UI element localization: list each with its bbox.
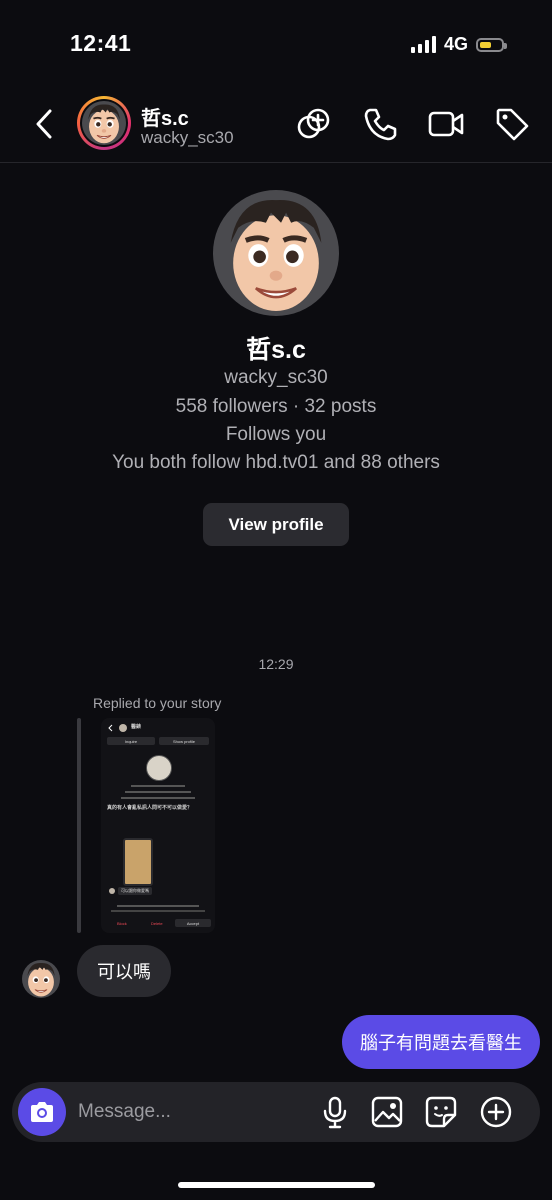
follows-you-label: Follows you — [225, 424, 327, 445]
message-input[interactable] — [78, 1096, 298, 1128]
sticker-icon[interactable] — [424, 1095, 458, 1129]
mini-text-line — [121, 797, 195, 799]
home-indicator[interactable] — [178, 1182, 375, 1188]
story-mini-delete: Delete — [151, 921, 163, 926]
network-type: 4G — [443, 34, 468, 54]
camera-button[interactable] — [18, 1088, 66, 1136]
story-preview[interactable]: 醫錶 Inquire Show profile 真的有人會亂私訊人問可不可以做愛… — [101, 718, 215, 933]
memoji-avatar-icon — [82, 101, 126, 145]
story-mini-btn-right: Show profile — [159, 737, 209, 745]
phone-icon[interactable] — [362, 106, 398, 142]
header-name[interactable]: 哲s.c — [141, 102, 189, 131]
header-username[interactable]: wacky_sc30 — [141, 128, 234, 148]
story-mini-reply: 可以跟你做愛嗎 — [118, 887, 152, 895]
mutual-followers: You both follow hbd.tv01 and 88 others — [112, 452, 440, 473]
incoming-message-bubble[interactable]: 可以嗎 — [77, 945, 171, 997]
mini-avatar — [119, 724, 127, 732]
story-reply-label: Replied to your story — [93, 695, 222, 711]
story-mini-btn-left: Inquire — [107, 737, 155, 745]
camera-icon — [31, 1102, 53, 1122]
story-mini-question: 真的有人會亂私訊人問可不可以做愛？ — [107, 805, 193, 811]
message-timestamp: 12:29 — [258, 656, 294, 672]
mini-story-thumbnail — [123, 838, 153, 886]
chat-header: 哲s.c wacky_sc30 — [0, 90, 552, 163]
profile-name: 哲s.c — [246, 336, 306, 364]
outgoing-message-bubble[interactable]: 腦子有問題去看醫生 — [342, 1015, 540, 1069]
header-avatar[interactable] — [77, 96, 131, 150]
story-mini-block: Block — [117, 921, 127, 926]
story-mini-title: 醫錶 — [131, 724, 142, 730]
story-mini-accept: Accept — [175, 919, 211, 927]
signal-icon — [410, 36, 436, 53]
video-icon[interactable] — [428, 106, 464, 142]
mini-profile-avatar — [146, 755, 172, 781]
view-profile-button[interactable]: View profile — [203, 503, 349, 546]
mini-text-line — [131, 785, 185, 787]
mini-text-line — [111, 910, 205, 912]
message-composer — [12, 1082, 540, 1142]
add-icon[interactable] — [479, 1095, 513, 1129]
memoji-avatar-icon — [213, 190, 339, 316]
microphone-icon[interactable] — [318, 1095, 352, 1129]
mini-avatar — [109, 888, 115, 894]
add-effects-icon[interactable] — [296, 106, 332, 142]
profile-avatar[interactable] — [213, 190, 339, 316]
profile-stats: 558 followers · 32 posts — [175, 396, 377, 417]
sender-avatar[interactable] — [22, 960, 60, 998]
profile-username: wacky_sc30 — [224, 367, 328, 388]
mini-back-icon — [108, 724, 113, 732]
memoji-avatar-icon — [22, 960, 60, 998]
reply-indicator-bar — [77, 718, 81, 933]
tag-icon[interactable] — [494, 106, 530, 142]
mini-text-line — [117, 905, 199, 907]
back-icon[interactable] — [30, 106, 60, 142]
mini-text-line — [125, 791, 191, 793]
status-indicators: 4G — [410, 34, 507, 55]
status-time: 12:41 — [70, 30, 132, 56]
battery-icon — [476, 37, 507, 52]
gallery-icon[interactable] — [370, 1095, 404, 1129]
